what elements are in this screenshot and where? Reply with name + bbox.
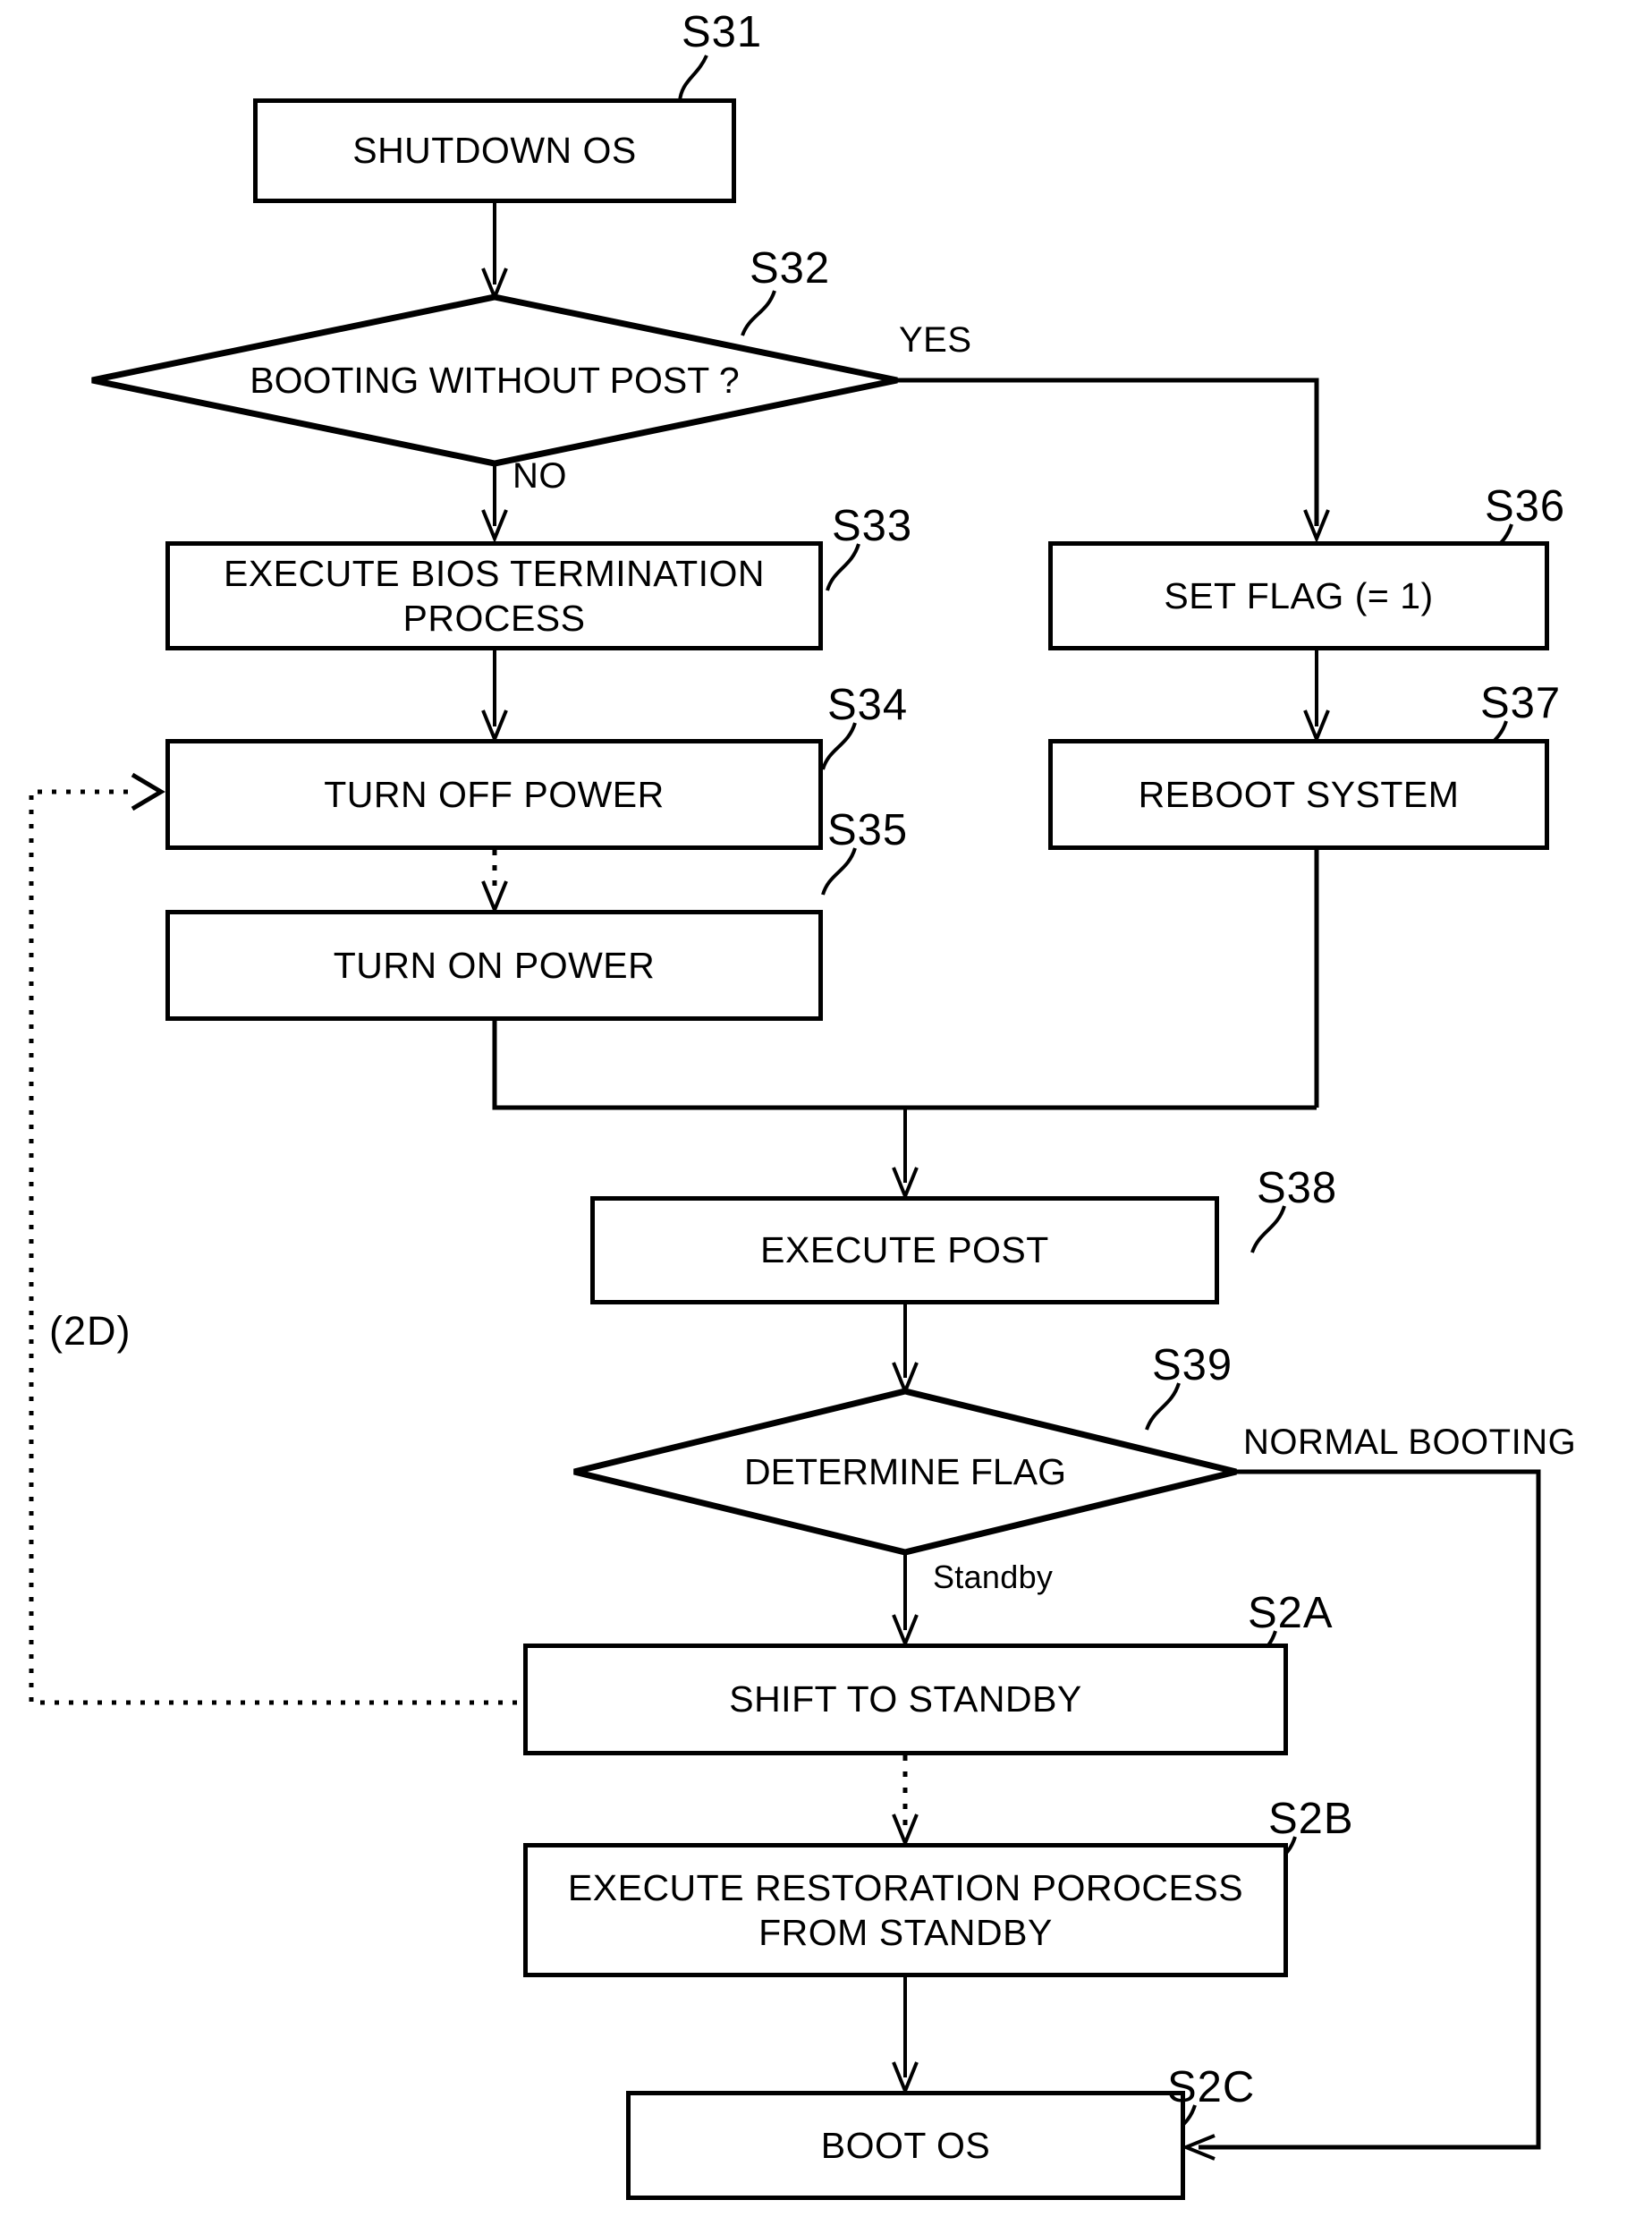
edge-merge-to-s38 xyxy=(492,850,1319,1202)
node-execute-restoration-process[interactable]: EXECUTE RESTORATION POROCESS FROM STANDB… xyxy=(523,1843,1288,1977)
node-set-flag[interactable]: SET FLAG (= 1) xyxy=(1048,541,1549,650)
ref-label-s2a: S2A xyxy=(1248,1589,1334,1637)
node-label-s2a: SHIFT TO STANDBY xyxy=(729,1678,1082,1720)
node-label-s2b: EXECUTE RESTORATION POROCESS FROM STANDB… xyxy=(567,1866,1244,1953)
annotation-2d: (2D) xyxy=(49,1308,131,1354)
node-shift-to-standby[interactable]: SHIFT TO STANDBY xyxy=(523,1644,1288,1755)
edge-s32-no-to-s33 xyxy=(481,463,508,544)
edge-s38-to-s39 xyxy=(892,1304,919,1397)
ref-label-s34: S34 xyxy=(827,681,909,729)
edge-s32-yes-to-s36 xyxy=(897,378,1330,544)
edge-s34-to-s35-dotted xyxy=(481,850,508,915)
node-label-s37: REBOOT SYSTEM xyxy=(1138,773,1460,815)
edge-label-yes: YES xyxy=(899,320,972,360)
edge-s31-to-s32 xyxy=(481,201,508,302)
ref-label-s36: S36 xyxy=(1485,482,1566,531)
leader-s32 xyxy=(741,290,776,336)
ref-label-s33: S33 xyxy=(832,502,913,550)
edge-s2b-to-s2c xyxy=(892,1977,919,2096)
node-label-s32-wrapper: BOOTING WITHOUT POST ? xyxy=(182,351,808,410)
node-label-s33: EXECUTE BIOS TERMINATION PROCESS xyxy=(223,552,766,639)
node-label-s34: TURN OFF POWER xyxy=(324,773,665,815)
node-turn-on-power[interactable]: TURN ON POWER xyxy=(165,910,823,1021)
node-boot-os[interactable]: BOOT OS xyxy=(626,2091,1185,2200)
node-label-s36: SET FLAG (= 1) xyxy=(1164,574,1434,616)
edge-label-standby: Standby xyxy=(933,1559,1054,1595)
node-label-s35: TURN ON POWER xyxy=(333,944,656,986)
ref-label-s31: S31 xyxy=(682,8,763,56)
node-label-s2c: BOOT OS xyxy=(820,2124,991,2166)
node-reboot-system[interactable]: REBOOT SYSTEM xyxy=(1048,739,1549,850)
ref-label-s37: S37 xyxy=(1480,679,1562,727)
node-execute-post[interactable]: EXECUTE POST xyxy=(590,1196,1219,1304)
ref-label-s35: S35 xyxy=(827,806,909,854)
node-execute-bios-termination-process[interactable]: EXECUTE BIOS TERMINATION PROCESS xyxy=(165,541,823,650)
node-label-s32: BOOTING WITHOUT POST ? xyxy=(250,359,740,401)
ref-label-s39: S39 xyxy=(1152,1341,1233,1389)
node-shutdown-os[interactable]: SHUTDOWN OS xyxy=(253,98,736,203)
edge-label-normal-booting: NORMAL BOOTING xyxy=(1243,1423,1577,1462)
edge-s39-standby-to-s2a xyxy=(892,1552,919,1649)
node-label-s31: SHUTDOWN OS xyxy=(352,130,637,172)
ref-label-s38: S38 xyxy=(1257,1164,1338,1212)
node-turn-off-power[interactable]: TURN OFF POWER xyxy=(165,739,823,850)
edge-s33-to-s34 xyxy=(481,650,508,744)
leader-s31 xyxy=(678,55,708,102)
ref-label-s2c: S2C xyxy=(1167,2063,1256,2111)
ref-label-s32: S32 xyxy=(750,244,831,293)
edge-s2a-to-s2b-dotted xyxy=(892,1755,919,1848)
ref-label-s2b: S2B xyxy=(1268,1795,1354,1843)
node-label-s38: EXECUTE POST xyxy=(760,1229,1049,1271)
flowchart-figure: SHUTDOWN OS BOOTING WITHOUT POST ? EXECU… xyxy=(0,0,1652,2234)
edge-label-no: NO xyxy=(513,456,567,496)
node-label-s39: DETERMINE FLAG xyxy=(744,1450,1066,1492)
edge-s39-normal-booting-to-s2c xyxy=(1181,1469,1541,2161)
node-label-s39-wrapper: DETERMINE FLAG xyxy=(637,1442,1173,1501)
